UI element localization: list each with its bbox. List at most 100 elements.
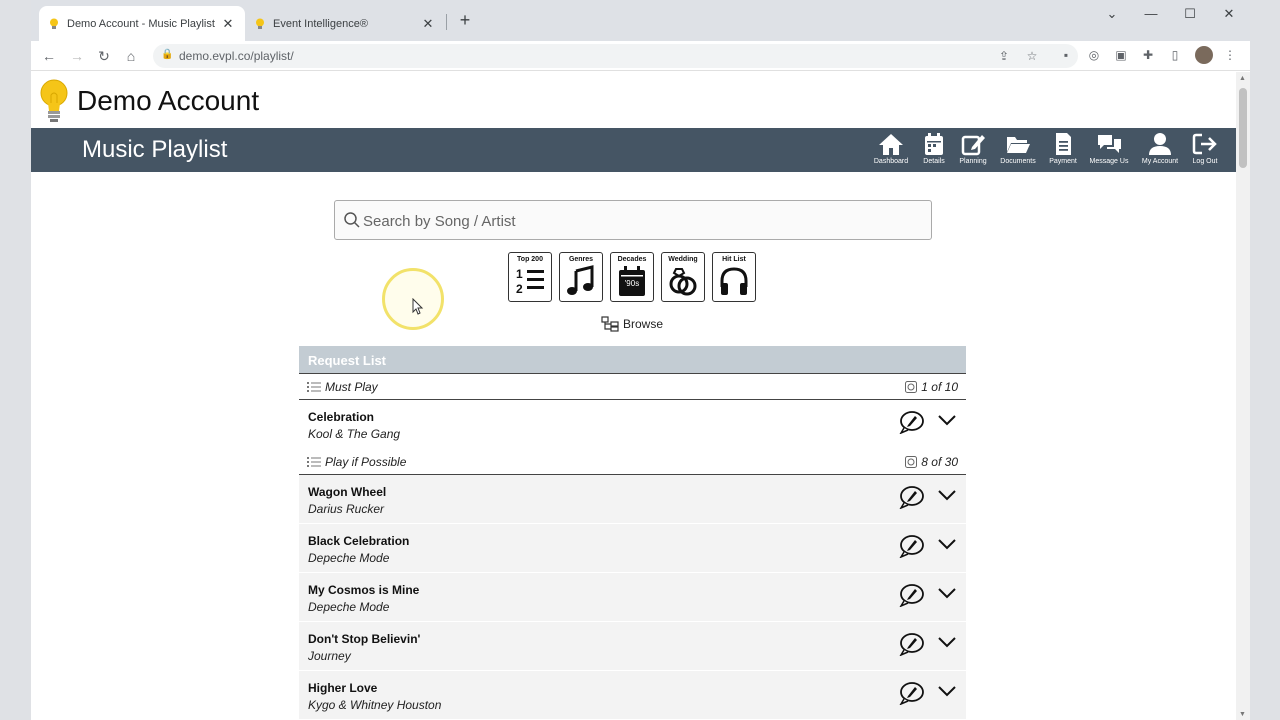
account-name: Demo Account	[77, 85, 260, 116]
add-note-icon[interactable]	[899, 410, 925, 434]
home-browser-icon[interactable]: ⌂	[121, 46, 141, 66]
decades-button[interactable]: Decades '90s	[610, 252, 654, 302]
maximize-icon[interactable]: ☐	[1180, 6, 1200, 22]
song-row[interactable]: My Cosmos is Mine Depeche Mode	[299, 573, 966, 622]
tab-title: Event Intelligence®	[273, 17, 368, 30]
song-row[interactable]: Black Celebration Depeche Mode	[299, 524, 966, 573]
song-row[interactable]: Higher Love Kygo & Whitney Houston	[299, 671, 966, 720]
reload-icon[interactable]: ↻	[94, 46, 114, 66]
nav-log-out[interactable]: Log Out	[1183, 132, 1227, 165]
tab-strip: Demo Account - Music Playlist ✕ Event In…	[31, 0, 1250, 41]
add-note-icon[interactable]	[899, 632, 925, 656]
add-note-icon[interactable]	[899, 534, 925, 558]
lightbulb-logo-icon	[40, 79, 68, 122]
back-icon[interactable]: ←	[39, 46, 59, 66]
chevron-down-icon[interactable]	[937, 412, 957, 428]
extension-icon[interactable]: ▪	[1058, 47, 1074, 63]
svg-text:1: 1	[516, 267, 523, 281]
menu-kebab-icon[interactable]: ⋮	[1222, 47, 1238, 63]
bookmark-star-icon[interactable]: ☆	[1024, 49, 1040, 63]
genres-button[interactable]: Genres	[559, 252, 603, 302]
song-row[interactable]: Don't Stop Believin' Journey	[299, 622, 966, 671]
sitemap-icon	[601, 316, 619, 332]
browse-link[interactable]: Browse	[601, 316, 663, 332]
page-content: Demo Account Music Playlist Dashboard De…	[31, 72, 1236, 720]
nav-message-us[interactable]: Message Us	[1087, 132, 1131, 165]
close-tab-icon[interactable]: ✕	[421, 16, 435, 32]
chevron-down-icon[interactable]	[937, 536, 957, 552]
profile-avatar[interactable]	[1195, 46, 1213, 64]
target-icon	[905, 455, 918, 468]
page-scrollbar[interactable]: ▲ ▼	[1236, 72, 1250, 720]
search-input[interactable]	[363, 209, 913, 233]
song-artist: Kygo & Whitney Houston	[308, 698, 442, 712]
window-close-icon[interactable]: ✕	[1219, 6, 1239, 22]
bulb-favicon-icon	[50, 18, 58, 29]
music-note-icon	[567, 265, 594, 295]
chevron-down-icon[interactable]	[937, 683, 957, 699]
group-play-if-possible[interactable]: Play if Possible 8 of 30	[299, 449, 966, 475]
top-200-button[interactable]: Top 200 12	[508, 252, 552, 302]
song-search-box[interactable]	[334, 200, 932, 240]
add-note-icon[interactable]	[899, 583, 925, 607]
browse-category-buttons: Top 200 12 Genres Decades '90s Wedding H…	[508, 252, 756, 302]
rings-icon	[669, 268, 697, 296]
site-navbar: Music Playlist Dashboard Details Plannin…	[31, 128, 1236, 172]
request-list-header: Request List	[299, 346, 966, 374]
svg-text:2: 2	[516, 282, 523, 296]
address-bar[interactable]: 🔒 demo.evpl.co/playlist/ ⇪ ☆	[153, 44, 1078, 68]
chevron-down-icon[interactable]	[937, 585, 957, 601]
scroll-down-icon[interactable]: ▼	[1239, 711, 1246, 718]
search-icon	[344, 212, 360, 228]
tab-title: Demo Account - Music Playlist	[67, 17, 215, 30]
song-row[interactable]: Wagon Wheel Darius Rucker	[299, 475, 966, 524]
browser-toolbar: ← → ↻ ⌂ 🔒 demo.evpl.co/playlist/ ⇪ ☆ ▪ ◎…	[31, 41, 1250, 71]
bulb-favicon-icon	[256, 18, 264, 29]
group-must-play[interactable]: Must Play 1 of 10	[299, 374, 966, 400]
song-row[interactable]: Celebration Kool & The Gang	[299, 400, 966, 449]
mouse-pointer-icon	[412, 298, 424, 315]
browser-window: Demo Account - Music Playlist ✕ Event In…	[31, 0, 1250, 720]
wedding-button[interactable]: Wedding	[661, 252, 705, 302]
nav-documents[interactable]: Documents	[996, 132, 1040, 165]
hit-list-button[interactable]: Hit List	[712, 252, 756, 302]
new-tab-button[interactable]: +	[455, 10, 475, 31]
nav-my-account[interactable]: My Account	[1138, 132, 1182, 165]
extensions-puzzle-icon[interactable]: ✚	[1140, 47, 1156, 63]
lock-icon: 🔒	[161, 49, 174, 60]
tab-divider	[446, 14, 447, 30]
minimize-icon[interactable]: —	[1141, 6, 1161, 21]
screenshot-icon[interactable]: ▣	[1113, 47, 1129, 63]
share-icon[interactable]: ⇪	[996, 49, 1012, 63]
tab-music-playlist[interactable]: Demo Account - Music Playlist ✕	[39, 6, 245, 41]
site-brand[interactable]: Demo Account	[39, 78, 259, 124]
song-artist: Depeche Mode	[308, 551, 390, 565]
add-note-icon[interactable]	[899, 681, 925, 705]
side-panel-icon[interactable]: ▯	[1167, 47, 1183, 63]
tab-search-icon[interactable]: ⌄	[1102, 6, 1122, 22]
song-title: Black Celebration	[308, 534, 410, 548]
nav-details[interactable]: Details	[912, 132, 956, 165]
group-count: 1 of 10	[905, 380, 958, 394]
nav-payment[interactable]: Payment	[1041, 132, 1085, 165]
headphones-icon	[720, 267, 748, 295]
add-note-icon[interactable]	[899, 485, 925, 509]
logout-icon	[1192, 133, 1217, 155]
forward-icon[interactable]: →	[67, 46, 87, 66]
nav-dashboard[interactable]: Dashboard	[869, 132, 913, 165]
scroll-up-icon[interactable]: ▲	[1239, 75, 1246, 82]
calendar-icon	[925, 133, 943, 155]
numbered-list-icon: 12	[516, 267, 544, 296]
nav-planning[interactable]: Planning	[951, 132, 995, 165]
chevron-down-icon[interactable]	[937, 487, 957, 503]
folder-icon	[1007, 137, 1030, 153]
request-list: Request List Must Play 1 of 10 Celebrati…	[299, 346, 966, 720]
extension-icon[interactable]: ◎	[1086, 47, 1102, 63]
song-title: My Cosmos is Mine	[308, 583, 420, 597]
close-tab-icon[interactable]: ✕	[221, 16, 235, 32]
scrollbar-thumb[interactable]	[1239, 88, 1247, 168]
chevron-down-icon[interactable]	[937, 634, 957, 650]
user-icon	[1149, 133, 1171, 155]
chat-icon	[1098, 135, 1121, 153]
tab-event-intelligence[interactable]: Event Intelligence® ✕	[245, 6, 445, 41]
